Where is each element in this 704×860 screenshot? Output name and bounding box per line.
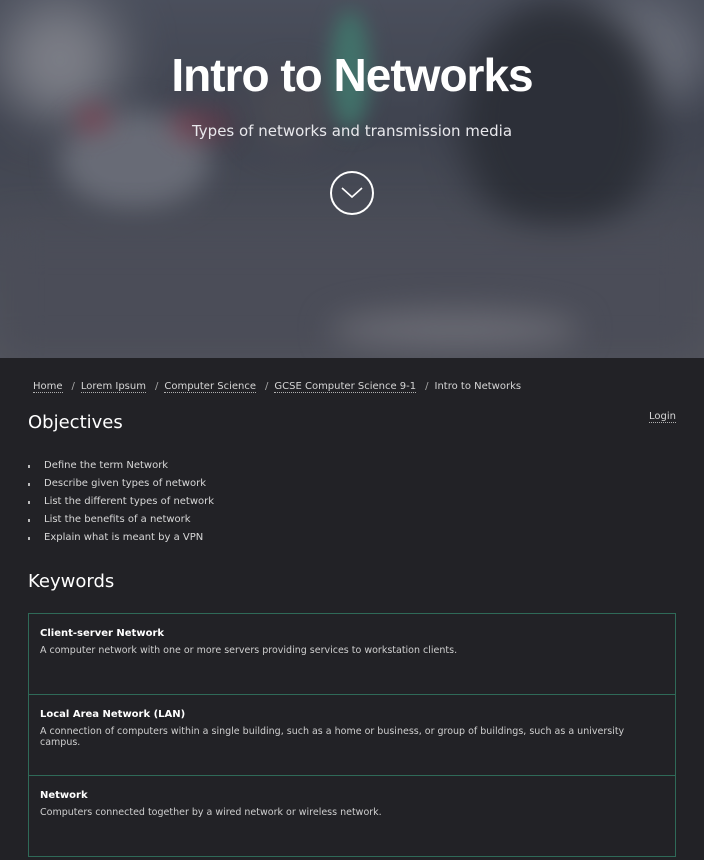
breadcrumb-separator: / [425, 381, 429, 392]
keyword-definition: A computer network with one or more serv… [40, 645, 458, 656]
breadcrumb-separator: / [71, 381, 75, 392]
list-item: Explain what is meant by a VPN [28, 529, 214, 547]
hero-banner: Intro to Networks Types of networks and … [0, 0, 704, 358]
breadcrumb-computer-science[interactable]: Computer Science [164, 381, 257, 393]
keyword-card: Local Area Network (LAN) A connection of… [28, 694, 676, 776]
breadcrumb-home[interactable]: Home [33, 381, 63, 393]
chevron-down-icon [341, 187, 363, 199]
list-item: Describe given types of network [28, 475, 214, 493]
keyword-definition: A connection of computers within a singl… [40, 726, 625, 748]
keyword-definition: Computers connected together by a wired … [40, 807, 382, 818]
list-item: List the benefits of a network [28, 511, 214, 529]
breadcrumb-separator: / [265, 381, 269, 392]
breadcrumb-gcse-computer-science[interactable]: GCSE Computer Science 9-1 [274, 381, 417, 393]
breadcrumb-lorem-ipsum[interactable]: Lorem Ipsum [80, 381, 146, 393]
breadcrumb: Home / Lorem Ipsum / Computer Science / GCSE C… [33, 381, 522, 393]
objectives-heading: Objectives [28, 412, 123, 433]
scroll-down-button[interactable] [330, 171, 374, 215]
page-title: Intro to Networks [171, 49, 533, 101]
keyword-term: Network [40, 790, 88, 801]
list-item: List the different types of network [28, 493, 214, 511]
keyword-card: Network Computers connected together by … [28, 775, 676, 857]
keyword-term: Local Area Network (LAN) [40, 709, 186, 720]
list-item: Define the term Network [28, 457, 214, 475]
keywords-list: Client-server Network A computer network… [28, 613, 676, 857]
keywords-heading: Keywords [28, 571, 115, 592]
breadcrumb-current: Intro to Networks [434, 381, 522, 392]
login-link[interactable]: Login [649, 411, 676, 423]
page-subtitle: Types of networks and transmission media [191, 122, 513, 140]
objectives-list: Define the term Network Describe given t… [28, 457, 214, 547]
keyword-card: Client-server Network A computer network… [28, 613, 676, 695]
keyword-term: Client-server Network [40, 628, 165, 639]
breadcrumb-separator: / [154, 381, 159, 392]
